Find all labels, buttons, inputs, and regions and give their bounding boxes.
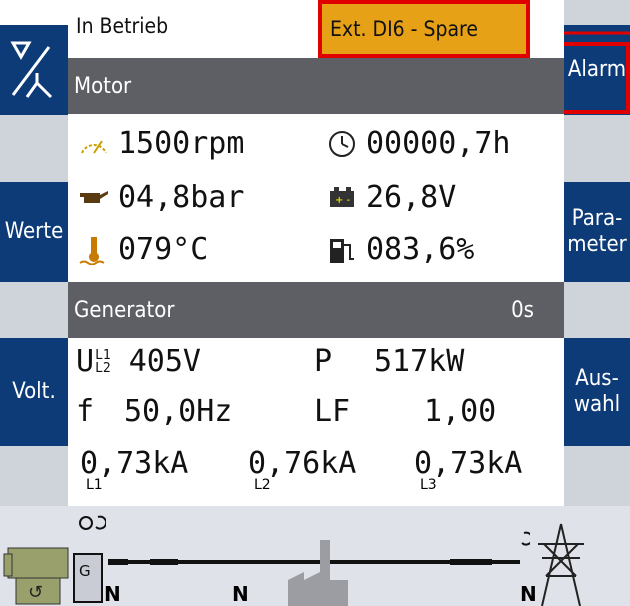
parameter-softkey-label: Para- meter bbox=[567, 206, 627, 257]
neutral-label-2: N bbox=[232, 582, 249, 606]
voltage-symbol: U bbox=[76, 344, 95, 379]
parameter-softkey[interactable]: Para- meter bbox=[564, 182, 630, 282]
volt-softkey-label: Volt. bbox=[12, 379, 56, 404]
power-factor-symbol: LF bbox=[314, 394, 351, 429]
left-softkey-gap-2 bbox=[0, 282, 68, 338]
battery-icon: + - bbox=[330, 186, 354, 207]
frequency-symbol: f bbox=[76, 394, 95, 429]
selection-softkey[interactable]: Aus- wahl bbox=[564, 338, 630, 446]
engine-speed: 1500rpm bbox=[118, 126, 245, 161]
coolant-row: 079°C bbox=[78, 232, 208, 267]
mains-rotation-icon bbox=[521, 531, 530, 546]
rotation-icon bbox=[79, 515, 106, 530]
factory-icon bbox=[288, 540, 348, 606]
svg-text:↺: ↺ bbox=[28, 582, 43, 603]
active-power: 517kW bbox=[374, 344, 465, 379]
fuel-level: 083,6% bbox=[366, 232, 475, 267]
svg-text:G: G bbox=[79, 562, 91, 580]
motor-header: Motor bbox=[68, 58, 564, 114]
svg-text:+ -: + - bbox=[335, 195, 351, 206]
current-l1-value: 0,73kA bbox=[80, 446, 189, 481]
fuel-row: 083,6% bbox=[326, 232, 474, 267]
voltage-phase-bottom: L2 bbox=[95, 360, 111, 376]
values-softkey-label: Werte bbox=[4, 219, 64, 244]
mode-softkey[interactable] bbox=[0, 25, 68, 115]
current-l2: 0,76kA L2 bbox=[248, 446, 356, 493]
single-line-diagram: ↺ G N N N bbox=[0, 506, 630, 606]
battery-row: + - 26,8V bbox=[326, 180, 456, 215]
status-bar: In Betrieb Ext. DI6 - Spare bbox=[68, 0, 564, 58]
frequency-row: f 50,0Hz bbox=[76, 394, 232, 429]
current-l1: 0,73kA L1 bbox=[80, 446, 188, 493]
neutral-label-1: N bbox=[104, 582, 121, 606]
current-l2-value: 0,76kA bbox=[248, 446, 357, 481]
clock-icon bbox=[329, 130, 355, 157]
mains-pylon-icon bbox=[538, 523, 584, 606]
hours-row: 00000,7h bbox=[326, 126, 511, 161]
battery-voltage: 26,8V bbox=[366, 180, 457, 215]
power-symbol: P bbox=[314, 344, 333, 379]
alarm-message: Ext. DI6 - Spare bbox=[330, 17, 478, 41]
power-factor: 1,00 bbox=[424, 394, 497, 429]
right-softkey-gap-3 bbox=[564, 446, 630, 506]
left-softkey-gap-3 bbox=[0, 446, 68, 506]
coolant-temperature-icon bbox=[79, 236, 105, 265]
engine-icon: ↺ bbox=[3, 547, 69, 605]
oil-can-icon bbox=[80, 190, 108, 203]
right-softkey-gap-2 bbox=[564, 282, 630, 338]
right-softkey-gap bbox=[564, 115, 630, 182]
generator-title: Generator bbox=[74, 297, 175, 323]
alarm-highlight-frame bbox=[560, 42, 630, 114]
coolant-temperature: 079°C bbox=[118, 232, 209, 267]
values-softkey[interactable]: Werte bbox=[0, 182, 68, 282]
voltage-row: U L1 L2 405V bbox=[76, 344, 201, 379]
operating-state: In Betrieb bbox=[76, 14, 169, 38]
alarm-message-box[interactable]: Ext. DI6 - Spare bbox=[318, 0, 530, 58]
oil-pressure: 04,8bar bbox=[118, 180, 245, 215]
speed-row: 1500rpm bbox=[78, 126, 244, 161]
phase-currents: 0,73kA L1 0,76kA L2 0,73kA L3 bbox=[80, 446, 560, 502]
generator-icon: G bbox=[73, 553, 103, 603]
motor-values: 1500rpm 00000,7h 04,8bar + - 26,8V 079°C… bbox=[68, 114, 564, 282]
neutral-label-3: N bbox=[520, 582, 537, 606]
speedometer-icon bbox=[81, 139, 107, 154]
oil-row: 04,8bar bbox=[78, 180, 244, 215]
generator-voltage: 405V bbox=[128, 344, 201, 379]
generator-frequency: 50,0Hz bbox=[124, 394, 233, 429]
fuel-pump-icon bbox=[330, 238, 354, 263]
operating-hours: 00000,7h bbox=[366, 126, 511, 161]
power-row: P 517kW bbox=[314, 344, 464, 379]
left-softkey-gap bbox=[0, 115, 68, 182]
volt-softkey[interactable]: Volt. bbox=[0, 338, 68, 446]
motor-title: Motor bbox=[74, 73, 132, 99]
generator-timer: 0s bbox=[511, 297, 534, 323]
star-delta-icon bbox=[10, 41, 53, 99]
generator-header: Generator 0s bbox=[68, 282, 564, 338]
voltage-phase-top: L1 bbox=[95, 347, 111, 363]
voltage-phase-pair: L1 L2 bbox=[95, 349, 111, 375]
selection-softkey-label: Aus- wahl bbox=[573, 366, 621, 417]
current-l3-value: 0,73kA bbox=[414, 446, 523, 481]
current-l3: 0,73kA L3 bbox=[414, 446, 522, 493]
power-factor-row: LF 1,00 bbox=[314, 394, 496, 429]
generator-values: U L1 L2 405V P 517kW f 50,0Hz LF 1,00 0,… bbox=[68, 338, 564, 506]
